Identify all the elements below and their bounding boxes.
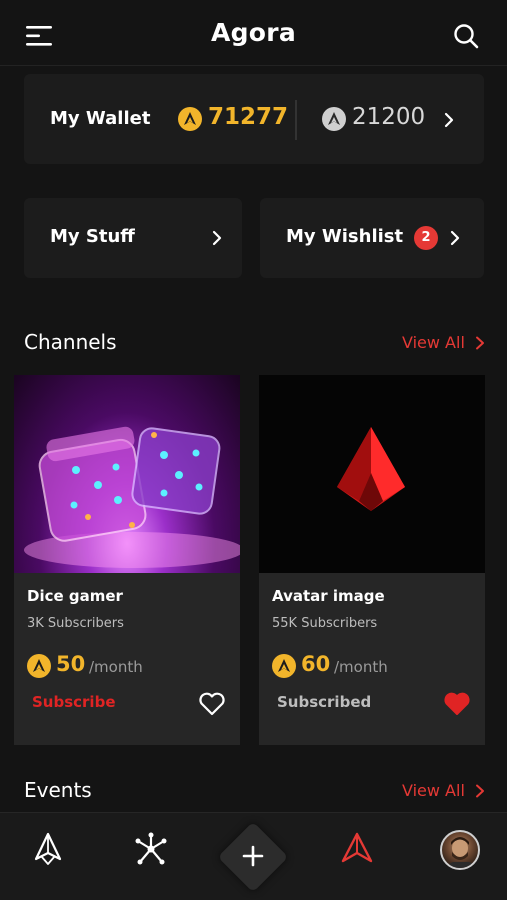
events-title: Events: [24, 778, 92, 802]
agora-logo-icon[interactable]: [340, 831, 374, 865]
channels-title: Channels: [24, 330, 117, 354]
channel-card[interactable]: Dice gamer 3K Subscribers 50 /month Subs…: [14, 375, 240, 745]
wishlist-count-badge: 2: [414, 226, 438, 250]
price-unit: /month: [334, 658, 388, 676]
gold-balance: 71277: [208, 104, 289, 130]
channel-card[interactable]: Avatar image 55K Subscribers 60 /month S…: [259, 375, 485, 745]
gold-coin-icon: [27, 654, 51, 678]
app-header: Agora: [0, 0, 507, 66]
events-view-all-link[interactable]: View All: [402, 781, 465, 800]
page-title: Agora: [210, 18, 297, 47]
plus-icon[interactable]: [242, 845, 264, 867]
heart-filled-icon[interactable]: [443, 691, 471, 717]
subscribe-button[interactable]: Subscribe: [32, 693, 116, 711]
subscriber-count: 55K Subscribers: [272, 616, 378, 631]
chevron-right-icon: [212, 230, 222, 246]
wallet-card[interactable]: My Wallet 71277 21200: [24, 74, 484, 164]
my-stuff-card[interactable]: My Stuff: [24, 198, 242, 278]
chevron-right-icon: [450, 230, 460, 246]
price-unit: /month: [89, 658, 143, 676]
channel-price: 50: [56, 652, 86, 676]
channel-name: Avatar image: [272, 587, 385, 605]
my-wishlist-card[interactable]: My Wishlist 2: [260, 198, 484, 278]
channel-price: 60: [301, 652, 331, 676]
subscriber-count: 3K Subscribers: [27, 616, 124, 631]
gold-coin-icon: [272, 654, 296, 678]
bottom-nav: [0, 812, 507, 900]
channel-thumbnail[interactable]: [14, 375, 240, 573]
silver-balance: 21200: [352, 104, 426, 130]
wallet-divider: [295, 100, 297, 140]
channel-thumbnail[interactable]: [259, 375, 485, 573]
chevron-right-icon[interactable]: [474, 784, 486, 798]
chevron-right-icon[interactable]: [474, 336, 486, 350]
search-icon[interactable]: [452, 22, 480, 50]
heart-outline-icon[interactable]: [198, 691, 226, 717]
network-icon[interactable]: [133, 831, 169, 867]
subscribed-button[interactable]: Subscribed: [277, 693, 371, 711]
avatar[interactable]: [440, 830, 480, 870]
channels-view-all-link[interactable]: View All: [402, 333, 465, 352]
my-stuff-label: My Stuff: [50, 226, 135, 247]
gold-coin-icon: [178, 107, 202, 131]
my-wishlist-label: My Wishlist: [286, 226, 404, 247]
chevron-right-icon[interactable]: [442, 112, 456, 128]
silver-coin-icon: [322, 107, 346, 131]
home-logo-icon[interactable]: [32, 831, 64, 867]
channel-name: Dice gamer: [27, 587, 123, 605]
wallet-label: My Wallet: [50, 108, 151, 129]
